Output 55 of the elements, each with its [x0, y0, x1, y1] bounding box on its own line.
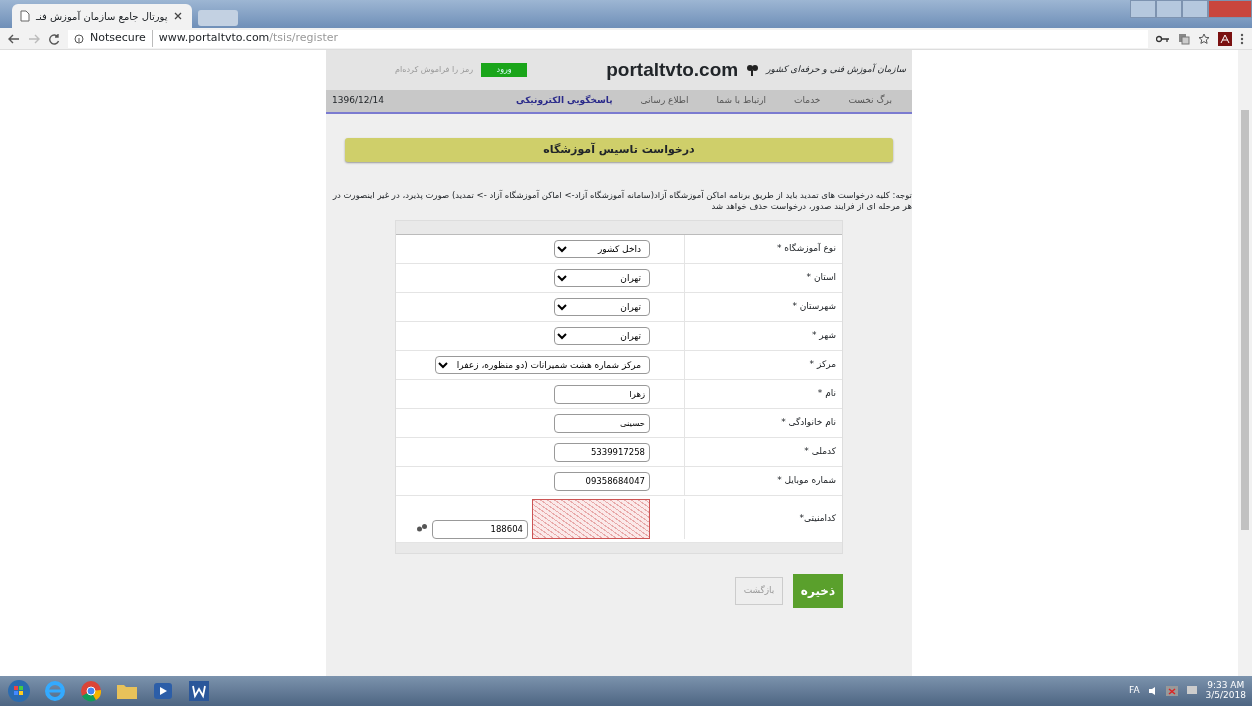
nav-tab[interactable]: ارتباط با شما — [702, 94, 781, 108]
date-text: 1396/12/14 — [332, 94, 384, 108]
field-label: کدملی * — [684, 438, 842, 467]
refresh-icon[interactable] — [416, 522, 428, 533]
field-label: شهر * — [684, 322, 842, 351]
field-label: نوع آموزشگاه * — [684, 235, 842, 264]
page-icon — [20, 10, 30, 22]
menu-icon[interactable] — [1240, 32, 1244, 45]
clock-time[interactable]: 9:33 AM — [1205, 681, 1246, 691]
dropdown[interactable]: مرکز شماره هشت شمیرانات (دو منظوره، زعفرا — [435, 356, 650, 375]
field-label: مرکز * — [684, 351, 842, 380]
pdf-extension-icon[interactable] — [1218, 31, 1232, 46]
field-label: کدامنیتی* — [684, 498, 842, 539]
captcha-input-field[interactable]: 188604 — [432, 519, 528, 539]
dropdown[interactable]: تهران — [554, 298, 650, 317]
input-field[interactable]: زهرا — [554, 384, 650, 404]
organization-name: سازمان آموزش فنی و حرفه‌ای کشور — [766, 63, 906, 77]
nav-tab[interactable]: خدمات — [780, 94, 835, 108]
tab-title: پورتال جامع سازمان آموزش فنـ — [36, 9, 168, 24]
url-text[interactable]: www.portaltvto.com/tsis/register — [158, 30, 338, 47]
chrome-browser-icon[interactable] — [78, 679, 104, 703]
clock-date[interactable]: 3/5/2018 — [1205, 691, 1246, 701]
security-label: Notsecure — [90, 30, 153, 47]
field-label: نام خانوادگی * — [684, 409, 842, 438]
input-field[interactable]: 5339917258 — [554, 442, 650, 462]
site-logo-text[interactable]: portaltvto.com — [606, 55, 739, 85]
input-field[interactable]: 09358684047 — [554, 471, 650, 491]
key-icon[interactable] — [1156, 34, 1170, 43]
field-label: استان * — [684, 264, 842, 293]
close-icon[interactable] — [173, 12, 182, 20]
translate-icon[interactable] — [1178, 32, 1190, 45]
start-button[interactable] — [6, 679, 32, 703]
dropdown[interactable]: تهران — [554, 327, 650, 346]
info-icon[interactable] — [74, 33, 84, 44]
input-field[interactable]: حسینی — [554, 413, 650, 433]
field-label: نام * — [684, 380, 842, 409]
language-indicator[interactable]: FA — [1129, 684, 1140, 698]
star-icon[interactable] — [1198, 32, 1210, 45]
leaf-icon — [746, 64, 759, 76]
back-icon[interactable] — [8, 33, 20, 44]
nav-tab[interactable]: اطلاع رسانی — [626, 94, 703, 108]
word-app-icon[interactable] — [186, 679, 212, 703]
page-title-bar: درخواست تاسیس آموزشگاه — [345, 138, 893, 162]
notice-text: توجه: کلیه درخواست های تمدید باید از طریق برنامه اماکن آموزشگاه آزاد(سامانه آموزشگاه آزاد-> اماکن آموزشگاه آزاد -> تمدید) صورت پذیرد، در غیر اینصورت در هر مرحله ای از فرایند صدور، درخواست حذف خواهد شد — [331, 190, 912, 213]
nav-tab[interactable]: برگ نخست — [834, 94, 906, 108]
ie-browser-icon[interactable] — [42, 679, 68, 703]
dropdown[interactable]: داخل کشور — [554, 240, 650, 259]
field-label: شهرستان * — [684, 293, 842, 322]
scrollbar[interactable] — [1238, 50, 1252, 676]
speaker-icon[interactable] — [1147, 686, 1158, 696]
browser-tab[interactable]: پورتال جامع سازمان آموزش فنـ — [12, 4, 192, 28]
nav-tab[interactable]: پاسخگویی الکترونیکی — [502, 94, 627, 108]
dropdown[interactable]: تهران — [554, 269, 650, 288]
field-label: شماره موبایل * — [684, 467, 842, 496]
reload-icon[interactable] — [48, 32, 60, 45]
